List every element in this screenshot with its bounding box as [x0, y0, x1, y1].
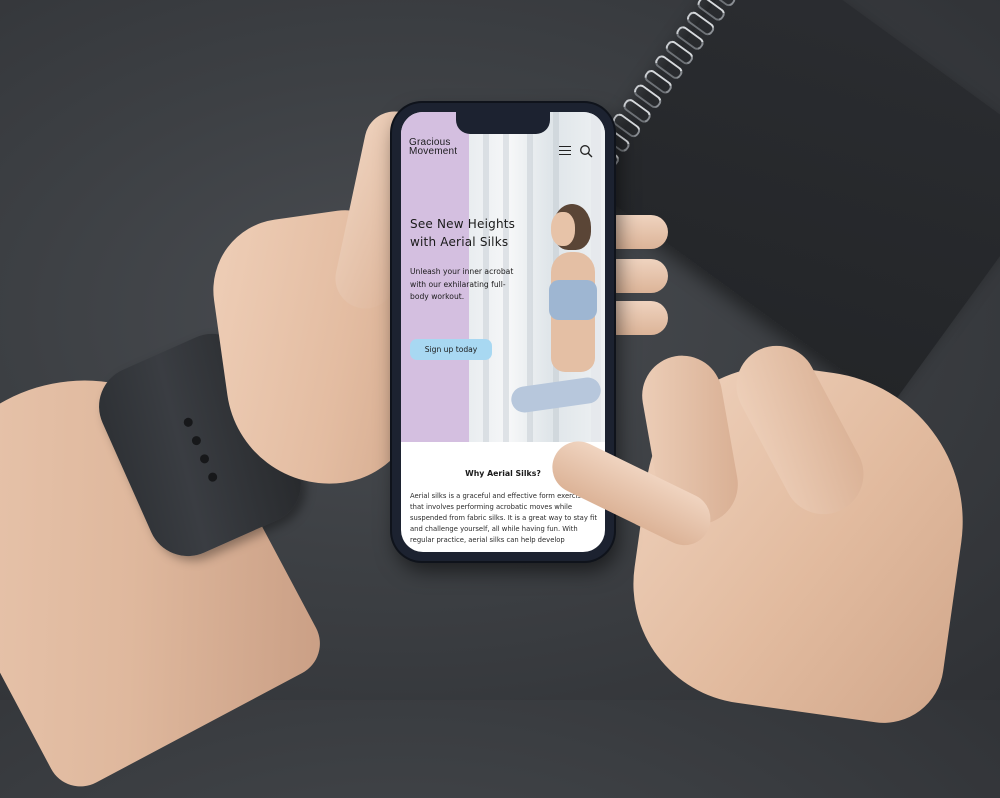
- sign-up-button[interactable]: Sign up today: [410, 339, 492, 360]
- aerialist-face: [551, 212, 575, 246]
- phone-notch: [456, 112, 550, 134]
- hero-subtitle: Unleash your inner acrobat with our exhi…: [410, 267, 514, 302]
- search-icon[interactable]: [579, 143, 593, 158]
- site-logo[interactable]: Gracious Movement: [409, 138, 458, 157]
- section-paragraph: Aerial silks is a graceful and effective…: [410, 492, 597, 544]
- hero-title: See New Heights with Aerial Silks: [410, 217, 516, 249]
- hero-section: Gracious Movement See New Heights with A…: [401, 112, 605, 442]
- aerialist-top: [549, 280, 597, 320]
- hamburger-menu-icon[interactable]: [559, 146, 571, 156]
- logo-line-2: Movement: [409, 146, 458, 157]
